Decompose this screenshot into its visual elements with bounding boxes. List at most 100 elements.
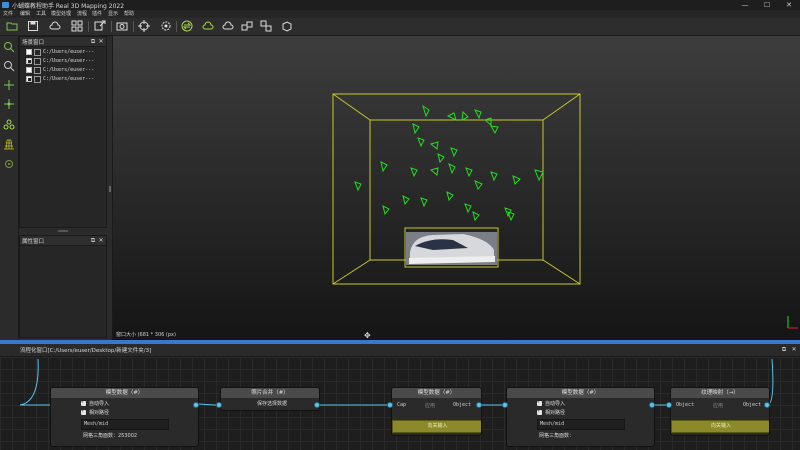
- auto-import-checkbox[interactable]: [81, 399, 86, 406]
- scene-panel-title: 场景窗口: [22, 40, 45, 46]
- cloud-import-icon[interactable]: [48, 19, 62, 33]
- left-tool-strip: [0, 36, 19, 341]
- move-icon[interactable]: [2, 78, 16, 92]
- scene-item-label: C:/Users/euser---: [43, 76, 95, 82]
- scene-panel-header: 场景窗口 ⧉ ✕: [20, 37, 106, 47]
- model-convert-node[interactable]: 模型数据（#） Cap 应用 Object 向关输入: [391, 387, 482, 436]
- close-button[interactable]: ✕: [778, 0, 800, 10]
- forward-input-button[interactable]: 向关输入: [671, 420, 769, 433]
- splitter-handle[interactable]: [58, 230, 68, 232]
- scene-item-label: C:/Users/euser---: [43, 67, 95, 73]
- menu-plugins[interactable]: 插件: [92, 10, 102, 18]
- triangle-count-text: 网格三角面数：: [539, 433, 575, 439]
- align-icon[interactable]: [2, 97, 16, 111]
- camera-frustums: [354, 104, 544, 222]
- node-title: 照片合并（#）: [221, 388, 319, 398]
- auto-import-option[interactable]: 自动导入: [537, 399, 565, 407]
- output-port[interactable]: [649, 402, 655, 408]
- menu-file[interactable]: 文件: [3, 10, 13, 18]
- scene-item-checkbox[interactable]: [26, 49, 32, 55]
- input-port[interactable]: [216, 402, 222, 408]
- gear-refresh-icon[interactable]: [159, 19, 173, 33]
- menu-process[interactable]: 流程: [77, 10, 87, 18]
- close-icon[interactable]: ✕: [97, 37, 105, 46]
- zoom-icon[interactable]: [2, 59, 16, 73]
- menu-tools[interactable]: 工具: [36, 10, 46, 18]
- relative-path-checkbox[interactable]: [81, 408, 86, 415]
- model-data-node[interactable]: 模型数据（#） 自动导入 相对路径 Mesh/mid 网格三角面数：: [506, 387, 655, 447]
- model-data-node[interactable]: 模型数据（#） 自动导入 相对路径 Mesh/mid 网格三角面数：253002: [50, 387, 199, 447]
- maximize-button[interactable]: ☐: [756, 0, 778, 10]
- cloud-icon[interactable]: [221, 19, 235, 33]
- float-icon[interactable]: ⧉: [89, 37, 97, 46]
- texture-mapping-node[interactable]: 纹理映射（→） Object 应用 Object 向关输入: [670, 387, 770, 436]
- cubes-icon[interactable]: [240, 19, 254, 33]
- cloud-icon[interactable]: [201, 19, 215, 33]
- node-title: 模型数据（#）: [507, 388, 654, 398]
- search-icon[interactable]: [2, 40, 16, 54]
- scene-item-checkbox[interactable]: [26, 58, 32, 64]
- input-port[interactable]: [502, 402, 508, 408]
- close-icon[interactable]: ✕: [97, 236, 105, 245]
- node-title: 模型数据（#）: [392, 388, 481, 398]
- menu-help[interactable]: 帮助: [124, 10, 134, 18]
- relative-path-option[interactable]: 相对路径: [537, 408, 565, 416]
- mesh-path-field[interactable]: Mesh/mid: [537, 419, 625, 430]
- scene-item[interactable]: C:/Users/euser---: [26, 48, 94, 56]
- input-port[interactable]: [666, 402, 672, 408]
- menu-view[interactable]: 显示: [108, 10, 118, 18]
- swap-icon[interactable]: [180, 19, 194, 33]
- cubes-link-icon[interactable]: [259, 19, 273, 33]
- output-port[interactable]: [764, 402, 770, 408]
- scene-item-checkbox[interactable]: [26, 67, 32, 73]
- float-icon[interactable]: ⧉: [89, 236, 97, 245]
- shoe-model: [406, 232, 497, 265]
- relative-path-option[interactable]: 相对路径: [81, 408, 109, 416]
- minimize-button[interactable]: —: [734, 0, 756, 10]
- image-grid-icon[interactable]: [70, 19, 84, 33]
- flow-graph-canvas[interactable]: 模型数据（#） 自动导入 相对路径 Mesh/mid 网格三角面数：253002…: [0, 357, 800, 450]
- apply-label: 应用: [425, 403, 436, 409]
- scene-item[interactable]: C:/Users/euser---: [26, 75, 94, 83]
- share-icon[interactable]: [93, 19, 107, 33]
- scene-item-label: C:/Users/euser---: [43, 58, 95, 64]
- open-folder-icon[interactable]: [5, 19, 19, 33]
- menu-model[interactable]: 模型处理: [51, 10, 71, 18]
- resize-cursor-icon: ✥: [364, 331, 371, 340]
- output-port[interactable]: [193, 402, 199, 408]
- file-icon: [34, 66, 41, 74]
- close-icon[interactable]: ✕: [790, 345, 798, 354]
- window-title: 小蝴蝶教程助手 Real 3D Mapping 2022: [12, 3, 125, 10]
- 3d-viewport[interactable]: 窗口大小 (681 * 306 (px): [109, 36, 800, 341]
- menu-edit[interactable]: 编辑: [20, 10, 30, 18]
- relative-path-label: 相对路径: [545, 409, 566, 416]
- input-label: Cap: [397, 402, 407, 408]
- input-port[interactable]: [387, 402, 393, 408]
- file-icon: [34, 57, 41, 65]
- relative-path-checkbox[interactable]: [537, 408, 542, 415]
- forward-input-button[interactable]: 向关输入: [392, 420, 481, 433]
- camera-icon[interactable]: [115, 19, 129, 33]
- sphere-icon[interactable]: [2, 157, 16, 171]
- auto-import-checkbox[interactable]: [537, 399, 542, 406]
- link-points-icon[interactable]: [2, 118, 16, 132]
- float-icon[interactable]: ⧉: [780, 345, 788, 354]
- grid-cube-icon[interactable]: [2, 137, 16, 151]
- box-icon[interactable]: [280, 19, 294, 33]
- scene-item[interactable]: C:/Users/euser---: [26, 57, 94, 65]
- panel-splitter[interactable]: [109, 186, 111, 192]
- viewport-status-text: 窗口大小 (681 * 306 (px): [116, 332, 176, 338]
- save-icon[interactable]: [26, 19, 40, 33]
- output-label: Object: [453, 402, 472, 408]
- scene-item-checkbox[interactable]: [26, 76, 32, 82]
- target-icon[interactable]: [137, 19, 151, 33]
- auto-import-option[interactable]: 自动导入: [81, 399, 109, 407]
- relative-path-label: 相对路径: [89, 409, 110, 416]
- output-port[interactable]: [314, 402, 320, 408]
- output-port[interactable]: [476, 402, 482, 408]
- scene-item[interactable]: C:/Users/euser---: [26, 66, 94, 74]
- photo-merge-node[interactable]: 照片合并（#） 保存选择数据: [220, 387, 320, 411]
- mesh-path-field[interactable]: Mesh/mid: [81, 419, 169, 430]
- triangle-count-text: 网格三角面数：253002: [83, 433, 138, 439]
- toolbar-separator: [176, 21, 177, 32]
